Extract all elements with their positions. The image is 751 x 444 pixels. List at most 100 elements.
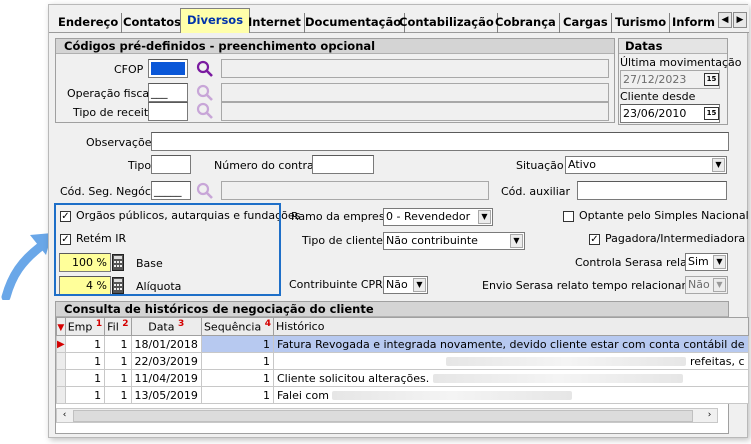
cell-fil: 1 (104, 335, 132, 353)
chevron-down-icon: ▼ (510, 234, 523, 248)
scroll-left-icon[interactable]: ‹ (57, 409, 72, 422)
tipo-cliente-label: Tipo de cliente (302, 234, 383, 247)
column-header-data[interactable]: Data 3 (130, 317, 202, 336)
column-header-emp[interactable]: Emp 1 (64, 317, 106, 336)
redacted-text (432, 374, 683, 383)
history-horizontal-scrollbar[interactable]: ‹ › (56, 408, 718, 423)
serasa-relato-select[interactable]: Sim ▼ (685, 253, 728, 271)
cprb-select[interactable]: Não ▼ (383, 276, 428, 294)
scroll-right-icon[interactable]: › (702, 409, 717, 422)
cell-emp: 1 (64, 335, 106, 353)
ultima-calendar-icon: 15 (704, 73, 719, 86)
cell-sequencia: 1 (200, 335, 275, 353)
cod-auxiliar-label: Cód. auxiliar (501, 185, 571, 198)
tipo-receita-field[interactable] (148, 102, 188, 121)
situacao-label: Situação (516, 159, 564, 172)
tab-cargas[interactable]: Cargas (560, 13, 612, 33)
tab-inform[interactable]: Inform (669, 13, 718, 33)
table-row[interactable]: 1 1 13/05/2019 1 Falei com (56, 386, 749, 404)
cell-sequencia: 1 (200, 386, 275, 404)
cell-data: 11/04/2019 (130, 369, 202, 387)
tab-diversos[interactable]: Diversos (180, 8, 251, 33)
table-row[interactable]: ▶ 1 1 18/01/2018 1 Fatura Revogada e int… (56, 335, 749, 353)
cell-fil: 1 (104, 352, 132, 370)
cell-sequencia: 1 (200, 369, 275, 387)
operacao-fiscal-field[interactable]: ___ (148, 83, 188, 102)
history-panel-title: Consulta de históricos de negociação do … (56, 302, 728, 317)
cell-emp: 1 (64, 352, 106, 370)
cfop-field[interactable] (148, 59, 188, 78)
column-header-sequencia[interactable]: Sequência 4 (200, 317, 275, 336)
cod-seg-negocio-label: Cód. Seg. Negócio (60, 185, 161, 198)
serasa-relato-label: Controla Serasa relato (575, 256, 698, 269)
highlight-box (54, 203, 281, 296)
cell-historico: Fatura Revogada e integrada novamente, d… (273, 335, 749, 353)
observacoes-field[interactable] (151, 132, 729, 151)
codseg-search-icon[interactable] (196, 182, 214, 200)
pagadora-checkbox[interactable]: ✓ (589, 234, 600, 245)
row-indicator (56, 386, 66, 404)
cprb-label: Contribuinte CPRB (289, 278, 391, 291)
tab-internet[interactable]: Internet (245, 13, 305, 33)
situacao-select[interactable]: Ativo ▼ (565, 156, 727, 174)
cprb-value: Não (386, 278, 408, 291)
redacted-text (332, 391, 573, 400)
tipo-cliente-select[interactable]: Não contribuinte ▼ (383, 232, 525, 250)
tab-bar: Endereço Contatos Diversos Internet Docu… (49, 5, 749, 33)
redacted-text (446, 357, 687, 366)
tab-cobranca[interactable]: Cobrança (492, 13, 560, 33)
chevron-down-icon: ▼ (713, 255, 726, 269)
dates-panel-title: Datas (619, 39, 727, 54)
tab-scroll-right-button[interactable]: ▶ (733, 12, 747, 28)
column-header-fil[interactable]: Fil 2 (104, 317, 132, 336)
ultima-movimentacao-label: Última movimentação (620, 56, 742, 69)
tipo-field[interactable] (151, 155, 191, 174)
codes-panel-title: Códigos pré-definidos - preenchimento op… (56, 39, 614, 54)
cell-data: 18/01/2018 (130, 335, 202, 353)
cell-historico: Cliente solicitou alterações. (273, 369, 749, 387)
cell-data: 22/03/2019 (130, 352, 202, 370)
tipo-receita-label: Tipo de receita (73, 106, 155, 119)
cfop-label: CFOP (114, 63, 144, 76)
cell-emp: 1 (64, 369, 106, 387)
tipo-label: Tipo (128, 159, 152, 172)
row-indicator (56, 352, 66, 370)
history-header-row: ▼ Emp 1 Fil 2 Data 3 Sequência 4 Históri… (56, 317, 749, 336)
cell-data: 13/05/2019 (130, 386, 202, 404)
chevron-down-icon: ▼ (478, 210, 491, 224)
cell-emp: 1 (64, 386, 106, 404)
cell-historico: refeitas, c (273, 352, 749, 370)
column-header-historico[interactable]: Histórico (273, 317, 749, 336)
cod-seg-negocio-field[interactable]: _____ (151, 181, 191, 200)
cell-fil: 1 (104, 386, 132, 404)
tipo-cliente-value: Não contribuinte (386, 234, 478, 247)
cfop-search-icon[interactable] (196, 60, 214, 78)
tab-turismo[interactable]: Turismo (612, 13, 671, 33)
tab-scroll-left-button[interactable]: ◀ (718, 12, 732, 28)
cod-auxiliar-field[interactable] (577, 181, 727, 200)
operacao-search-icon[interactable] (196, 84, 214, 102)
tab-endereco[interactable]: Endereço (55, 13, 123, 33)
receita-search-icon[interactable] (196, 102, 214, 120)
history-table: ▼ Emp 1 Fil 2 Data 3 Sequência 4 Históri… (56, 317, 749, 404)
situacao-value: Ativo (568, 158, 596, 171)
tab-contabilizacao[interactable]: Contabilização (396, 13, 498, 33)
table-row[interactable]: 1 1 11/04/2019 1 Cliente solicitou alter… (56, 369, 749, 387)
ramo-empresa-label: Ramo da empresa (291, 210, 392, 223)
cliente-desde-label: Cliente desde (620, 90, 696, 103)
receita-description-field (221, 102, 609, 121)
tab-contatos[interactable]: Contatos (120, 13, 186, 33)
codseg-description-field (221, 181, 489, 200)
cell-sequencia: 1 (200, 352, 275, 370)
ramo-empresa-select[interactable]: 0 - Revendedor ▼ (383, 208, 493, 226)
contrato-label: Número do contrato (214, 159, 325, 172)
optante-simples-label: Optante pelo Simples Nacional (579, 209, 749, 222)
cliente-desde-calendar-icon[interactable]: 15 (704, 107, 719, 120)
table-row[interactable]: 1 1 22/03/2019 1 refeitas, c (56, 352, 749, 370)
chevron-down-icon: ▼ (712, 158, 725, 172)
optante-simples-checkbox[interactable] (563, 211, 574, 222)
scrollbar-thumb[interactable] (73, 410, 693, 422)
envio-serasa-select: Não ▼ (685, 276, 728, 294)
tab-documentacao[interactable]: Documentação (302, 13, 406, 33)
contrato-field[interactable] (312, 155, 374, 174)
